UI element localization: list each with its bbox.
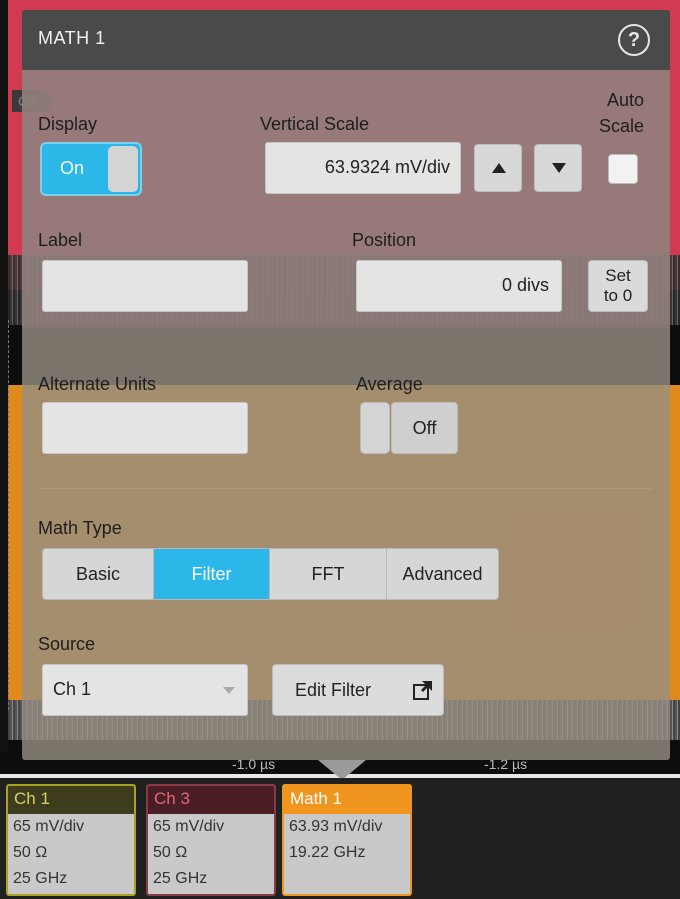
dialog-pointer xyxy=(318,760,366,780)
edit-filter-label: Edit Filter xyxy=(295,680,372,700)
average-toggle[interactable]: Off xyxy=(360,402,458,454)
badge-scale: 65 mV/div xyxy=(13,818,85,835)
alternate-units-input[interactable] xyxy=(42,402,248,454)
math-type-fft[interactable]: FFT xyxy=(269,548,387,600)
vertical-scale-label: Vertical Scale xyxy=(260,114,370,134)
help-icon[interactable]: ? xyxy=(618,24,650,56)
scale-up-button[interactable] xyxy=(474,144,522,192)
badge-impedance: 50 Ω xyxy=(153,844,188,861)
display-toggle-state: On xyxy=(60,158,85,178)
ch3-badge[interactable]: Ch 3 65 mV/div 50 Ω 25 GHz xyxy=(146,784,276,896)
trigger-cursor-line xyxy=(8,320,9,710)
display-toggle[interactable]: On xyxy=(40,142,142,196)
badge-title: Ch 3 xyxy=(148,786,274,814)
ch1-badge[interactable]: Ch 1 65 mV/div 50 Ω 25 GHz xyxy=(6,784,136,896)
badge-scale: 65 mV/div xyxy=(153,818,225,835)
edit-filter-button[interactable]: Edit Filter xyxy=(272,664,444,716)
dialog-header: MATH 1 ? xyxy=(22,10,670,70)
channel-badges-bar: Ch 1 65 mV/div 50 Ω 25 GHz Ch 3 65 mV/di… xyxy=(0,778,680,899)
arrow-down-icon xyxy=(552,163,566,173)
math-type-basic[interactable]: Basic xyxy=(42,548,154,600)
math1-dialog: MATH 1 ? Display On Vertical Scale 63.93… xyxy=(22,10,670,760)
dialog-title: MATH 1 xyxy=(38,28,106,48)
math1-badge[interactable]: Math 1 63.93 mV/div 19.22 GHz xyxy=(282,784,412,896)
badge-scale: 63.93 mV/div xyxy=(289,818,383,835)
arrow-up-icon xyxy=(492,163,506,173)
external-link-icon xyxy=(413,681,432,700)
badge-title: Math 1 xyxy=(284,786,410,814)
badge-impedance: 50 Ω xyxy=(13,844,48,861)
section-divider xyxy=(40,488,652,489)
scale-down-button[interactable] xyxy=(534,144,582,192)
math-type-label: Math Type xyxy=(38,518,122,538)
set-to-zero-line1: Set xyxy=(605,266,631,285)
auto-scale-checkbox[interactable] xyxy=(608,154,638,184)
vertical-scale-input[interactable]: 63.9324 mV/div xyxy=(265,142,461,194)
auto-scale-label-1: Auto xyxy=(606,90,644,110)
toggle-knob xyxy=(108,146,138,192)
position-label: Position xyxy=(352,230,417,250)
source-label: Source xyxy=(38,634,96,654)
label-input[interactable] xyxy=(42,260,248,312)
badge-bandwidth: 25 GHz xyxy=(153,870,208,887)
badge-bandwidth: 25 GHz xyxy=(13,870,68,887)
left-gutter xyxy=(0,0,8,778)
set-to-zero-button[interactable]: Set to 0 xyxy=(588,260,648,312)
badge-bandwidth: 19.22 GHz xyxy=(289,844,366,861)
math-type-advanced[interactable]: Advanced xyxy=(386,548,499,600)
math-type-filter[interactable]: Filter xyxy=(153,548,270,600)
set-to-zero-line2: to 0 xyxy=(603,286,633,305)
display-label: Display xyxy=(38,114,98,134)
position-input[interactable]: 0 divs xyxy=(356,260,562,312)
average-toggle-state: Off xyxy=(391,402,458,454)
average-label: Average xyxy=(356,374,423,394)
chevron-down-icon xyxy=(223,687,235,694)
toggle-knob xyxy=(360,402,390,454)
source-select-value: Ch 1 xyxy=(53,679,92,699)
alternate-units-label: Alternate Units xyxy=(38,374,157,394)
source-select[interactable]: Ch 1 xyxy=(42,664,248,716)
badge-title: Ch 1 xyxy=(8,786,134,814)
auto-scale-label-2: Scale xyxy=(598,116,644,136)
label-field-label: Label xyxy=(38,230,83,250)
